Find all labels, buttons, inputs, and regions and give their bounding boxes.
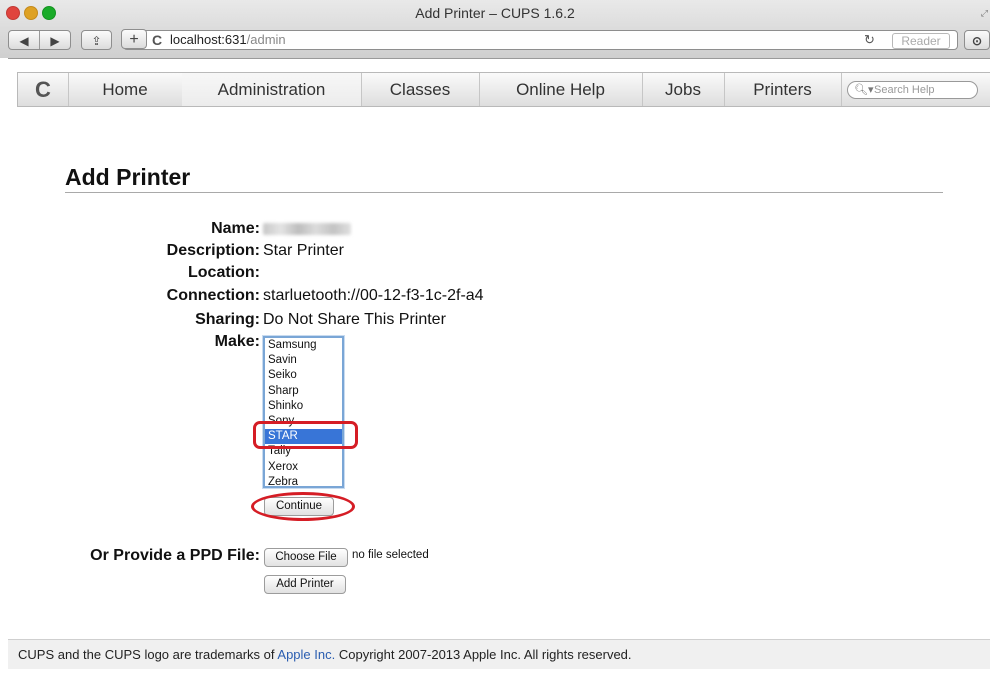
address-bar[interactable]: + C localhost:631/admin ↻ Reader [121,29,958,50]
make-option[interactable]: Seiko [265,368,342,383]
back-icon[interactable]: ◀ [9,31,39,51]
downloads-button[interactable]: ⊙ [964,30,990,50]
annotation-highlight-star [253,421,358,449]
plus-icon: + [129,31,139,48]
description-value: Star Printer [263,242,344,259]
downloads-icon: ⊙ [971,34,983,48]
make-option[interactable]: Zebra [265,475,342,486]
footer-copyright: Copyright 2007-2013 Apple Inc. All right… [335,647,632,662]
description-label: Description: [166,242,260,259]
location-label: Location: [188,264,260,281]
url-host: localhost:631 [170,32,247,47]
connection-label: Connection: [166,287,260,304]
page-title: Add Printer [65,164,191,190]
share-icon: ⇪ [91,34,102,48]
add-printer-button[interactable]: Add Printer [264,575,346,594]
forward-icon[interactable]: ▶ [40,31,70,51]
name-label: Name: [211,220,260,237]
choose-file-button[interactable]: Choose File [264,548,348,567]
tab-classes[interactable]: Classes [361,73,480,106]
window-title: Add Printer – CUPS 1.6.2 [415,5,575,21]
make-option[interactable]: Xerox [265,460,342,475]
tab-jobs[interactable]: Jobs [642,73,725,106]
new-tab-button[interactable]: + [121,29,147,49]
no-file-text: no file selected [352,549,429,561]
cups-favicon-icon: C [152,32,163,48]
browser-toolbar: ◀ ▶ ⇪ + C localhost:631/admin ↻ Reader ⊙ [0,28,990,56]
cups-nav-bar: C Home Administration Classes Online Hel… [17,72,990,107]
tab-printers[interactable]: Printers [724,73,842,106]
fullscreen-icon[interactable]: ⤢ [981,8,988,19]
search-help-input[interactable]: 🔍︎▾ Search Help [847,81,978,99]
page-footer: CUPS and the CUPS logo are trademarks of… [8,639,990,669]
search-placeholder: Search Help [874,84,935,96]
make-option[interactable]: Samsung [265,338,342,353]
make-option[interactable]: Savin [265,353,342,368]
sharing-label: Sharing: [195,311,260,328]
make-option[interactable]: Sharp [265,384,342,399]
reader-button[interactable]: Reader [892,33,950,49]
apple-link[interactable]: Apple Inc. [277,647,335,662]
tab-administration[interactable]: Administration [182,73,362,106]
annotation-highlight-continue [251,492,355,521]
title-divider [65,192,943,193]
url-text: localhost:631/admin [170,31,286,49]
title-bar: Add Printer – CUPS 1.6.2 ⤢ [0,0,990,26]
name-value-redacted [263,220,351,240]
tab-home[interactable]: Home [68,73,183,106]
reload-icon[interactable]: ↻ [864,31,875,49]
cups-logo-icon[interactable]: C [18,73,69,106]
url-path: /admin [246,32,286,47]
browser-chrome: Add Printer – CUPS 1.6.2 ⤢ ◀ ▶ ⇪ + C loca… [0,0,990,59]
share-button[interactable]: ⇪ [81,30,112,50]
make-option[interactable]: Shinko [265,399,342,414]
page-left-edge [0,58,8,675]
tab-online-help[interactable]: Online Help [479,73,643,106]
ppd-label: Or Provide a PPD File: [90,547,260,564]
make-select-list[interactable]: Samsung Savin Seiko Sharp Shinko Sony ST… [263,336,344,488]
footer-text: CUPS and the CUPS logo are trademarks of [18,647,278,662]
make-label: Make: [214,333,260,350]
sharing-value: Do Not Share This Printer [263,311,446,328]
connection-value: starluetooth://00-12-f3-1c-2f-a4 [263,287,484,304]
back-forward-buttons: ◀ ▶ [8,30,71,50]
search-icon: 🔍︎▾ [854,84,874,96]
